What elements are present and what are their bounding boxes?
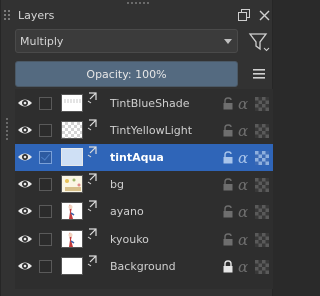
docker-bottom-edge [1, 291, 274, 296]
layer-thumbnail [61, 256, 83, 275]
hamburger-menu-icon[interactable] [245, 61, 273, 87]
inherit-alpha-icon[interactable] [255, 259, 269, 274]
alpha-lock-icon[interactable]: α [238, 203, 248, 221]
layer-select-checkbox[interactable] [39, 150, 52, 164]
alpha-lock-icon[interactable]: α [238, 149, 248, 167]
eye-visibility-icon[interactable] [17, 205, 33, 217]
layer-list: TintBlueShade α TintYellowLight α tintAqua α b… [15, 89, 273, 289]
layer-name[interactable]: kyouko [110, 233, 149, 246]
lock-icon[interactable] [222, 123, 234, 137]
layer-row[interactable]: bg α [15, 171, 273, 198]
alpha-lock-icon[interactable]: α [238, 122, 248, 140]
link-arrow-icon [87, 173, 99, 185]
link-arrow-icon [87, 200, 99, 212]
layer-select-checkbox[interactable] [39, 178, 52, 192]
layer-name[interactable]: TintBlueShade [110, 97, 190, 110]
blending-mode-select[interactable]: Multiply [15, 29, 238, 53]
layers-docker: Layers Multiply Opacity: 100% TintBlueSh… [0, 0, 273, 296]
layer-thumbnail [61, 147, 83, 166]
layer-thumbnail [61, 175, 83, 194]
layer-row[interactable]: ayano α [15, 198, 273, 225]
layer-thumbnail [61, 120, 83, 139]
eye-visibility-icon[interactable] [17, 151, 33, 163]
layer-name[interactable]: ayano [110, 205, 144, 218]
inherit-alpha-icon[interactable] [255, 150, 269, 165]
eye-visibility-icon[interactable] [17, 97, 33, 109]
lock-icon[interactable] [222, 259, 234, 273]
alpha-lock-icon[interactable]: α [238, 176, 248, 194]
eye-visibility-icon[interactable] [17, 178, 33, 190]
layer-thumbnail [61, 229, 83, 248]
lock-icon[interactable] [222, 178, 234, 191]
chevron-down-icon [224, 39, 232, 44]
alpha-lock-icon[interactable]: α [238, 95, 248, 113]
layer-row[interactable]: TintYellowLight α [15, 117, 273, 144]
layer-row[interactable]: tintAqua α [15, 143, 273, 171]
lock-icon[interactable] [222, 205, 234, 218]
layer-name[interactable]: bg [110, 178, 124, 191]
layer-select-checkbox[interactable] [39, 123, 52, 137]
layer-row[interactable]: kyouko α [15, 226, 273, 253]
lock-icon[interactable] [222, 232, 234, 246]
alpha-lock-icon[interactable]: α [238, 258, 248, 276]
float-icon[interactable] [234, 6, 254, 24]
inherit-alpha-icon[interactable] [255, 178, 269, 193]
layer-select-checkbox[interactable] [39, 232, 52, 246]
inherit-alpha-icon[interactable] [255, 205, 269, 220]
layer-row[interactable]: Background α [15, 253, 273, 280]
link-arrow-icon [87, 227, 99, 240]
blending-mode-value: Multiply [20, 34, 64, 48]
inherit-alpha-icon[interactable] [255, 123, 269, 138]
docker-titlebar: Layers [1, 5, 274, 25]
layer-row[interactable]: TintBlueShade α [15, 90, 273, 117]
layer-select-checkbox[interactable] [39, 96, 52, 110]
layer-select-checkbox[interactable] [39, 259, 52, 273]
link-arrow-icon [87, 255, 99, 267]
layer-name[interactable]: TintYellowLight [110, 124, 192, 137]
link-arrow-icon [87, 91, 99, 104]
alpha-lock-icon[interactable]: α [238, 231, 248, 249]
opacity-label: Opacity: 100% [86, 67, 167, 81]
eye-visibility-icon[interactable] [17, 124, 33, 136]
layer-select-checkbox[interactable] [39, 205, 52, 219]
layer-thumbnail [61, 202, 83, 221]
lock-icon[interactable] [222, 96, 234, 110]
drag-handle-icon[interactable] [4, 8, 14, 22]
layer-name[interactable]: Background [110, 260, 176, 273]
filter-icon[interactable] [245, 29, 273, 55]
docker-title: Layers [18, 8, 55, 22]
layer-thumbnail [61, 93, 83, 112]
link-arrow-icon [87, 119, 99, 131]
eye-visibility-icon[interactable] [17, 260, 33, 272]
side-grip[interactable] [6, 118, 9, 140]
opacity-slider[interactable]: Opacity: 100% [15, 61, 238, 87]
link-arrow-icon [87, 146, 99, 158]
inherit-alpha-icon[interactable] [255, 96, 269, 111]
lock-icon[interactable] [222, 151, 234, 164]
close-icon[interactable] [254, 6, 274, 24]
eye-visibility-icon[interactable] [17, 233, 33, 245]
layer-name[interactable]: tintAqua [110, 151, 164, 164]
inherit-alpha-icon[interactable] [255, 232, 269, 247]
